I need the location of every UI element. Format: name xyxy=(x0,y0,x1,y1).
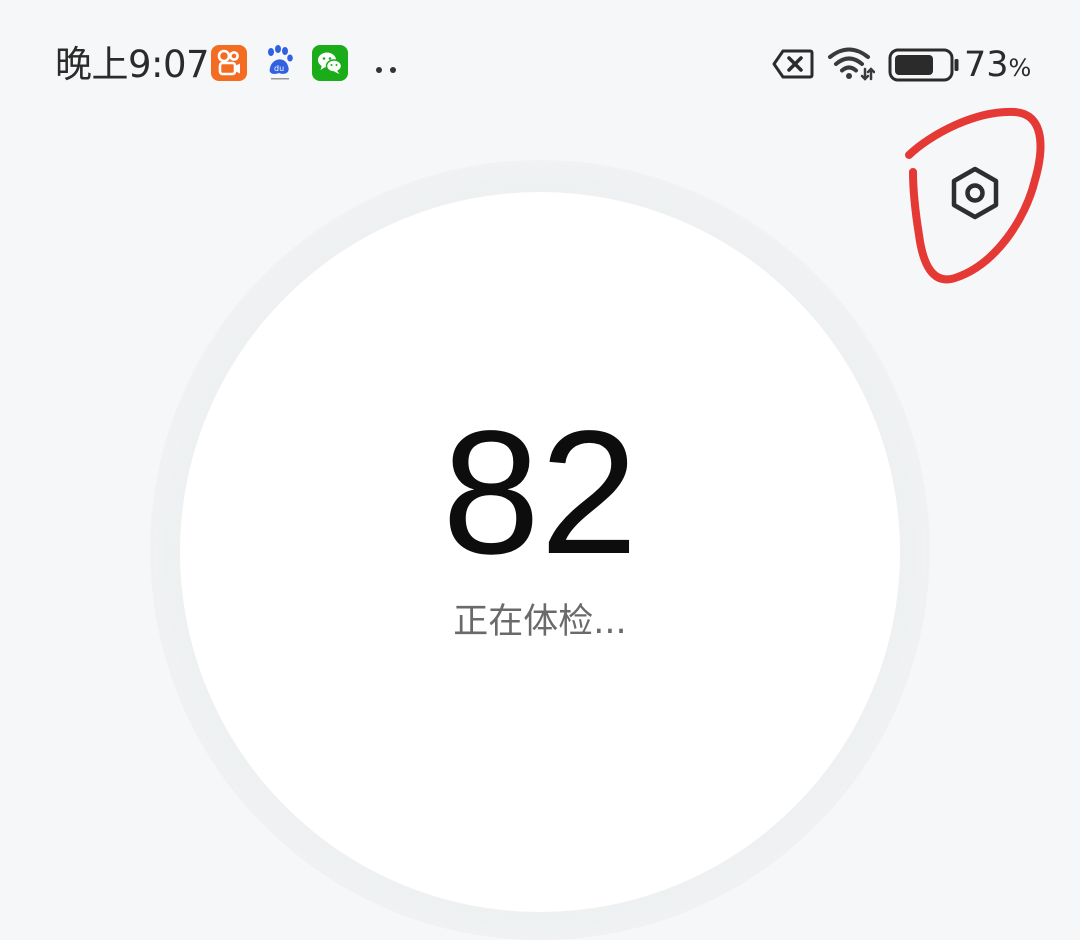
kuaishou-app-icon xyxy=(211,45,247,81)
settings-hexagon-icon xyxy=(951,166,999,220)
checkup-status: 正在体检... xyxy=(453,602,627,642)
checkup-score: 82 xyxy=(442,395,638,591)
battery-percentage-unit: % xyxy=(1008,54,1032,82)
battery-icon xyxy=(888,48,960,86)
settings-button[interactable] xyxy=(940,158,1010,228)
status-time: 晚上9:07 xyxy=(55,43,210,86)
baidu-app-icon: du xyxy=(263,44,297,82)
battery-percentage: 73% xyxy=(964,42,1031,91)
more-dots-icon xyxy=(372,60,402,73)
svg-text:du: du xyxy=(274,64,284,73)
sim-error-icon xyxy=(772,48,814,84)
wechat-app-icon xyxy=(312,45,348,81)
status-bar: 晚上9:07 du 73% xyxy=(0,0,1080,130)
battery-percentage-number: 73 xyxy=(964,45,1009,85)
wifi-icon xyxy=(827,45,876,85)
